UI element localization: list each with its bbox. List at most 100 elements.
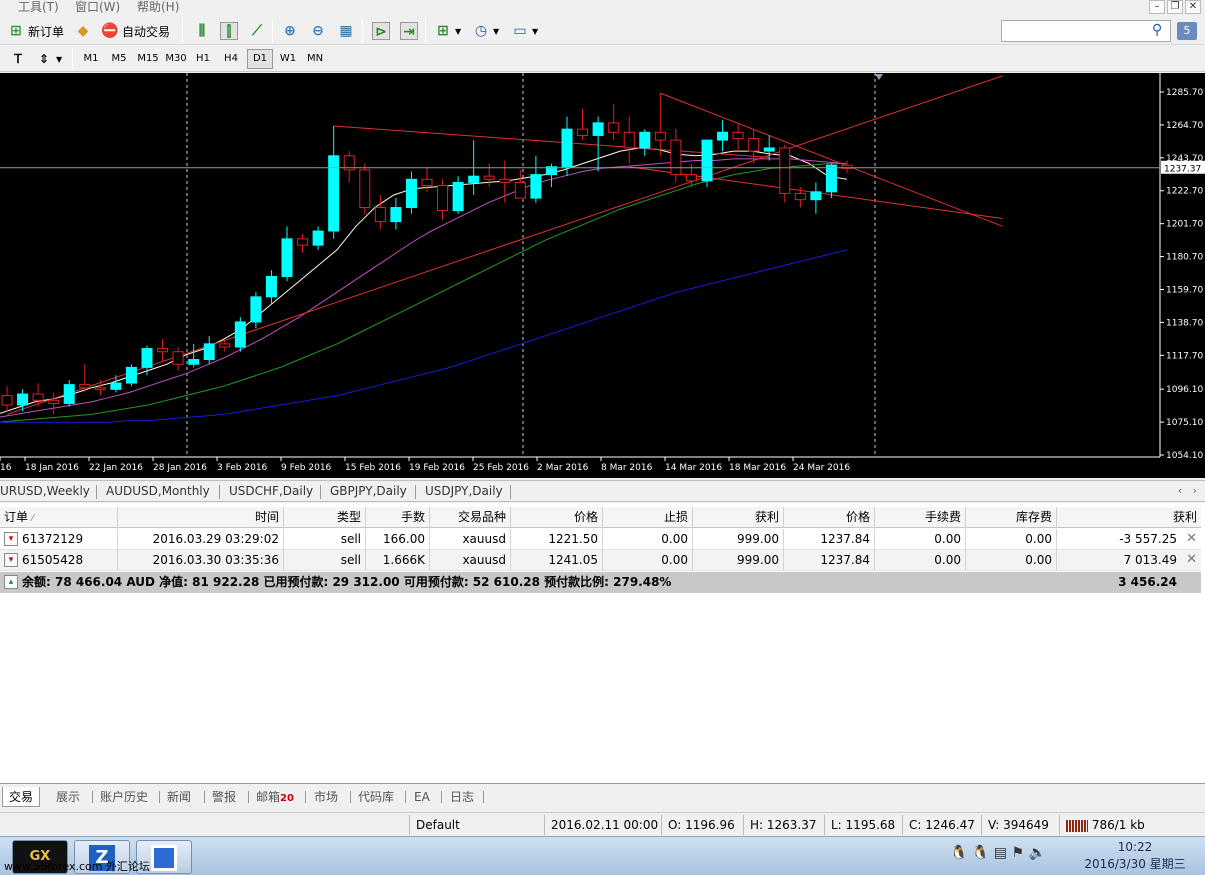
tab-divider [96,485,97,499]
timeframe-m1-button[interactable]: M1 [78,49,104,69]
col-lots[interactable]: 手数 [366,507,430,528]
periods-button[interactable]: ◷ ▼ [469,20,502,42]
chart-tab-audusd-monthly[interactable]: AUDUSD,Monthly [106,484,210,498]
tab-scroll-arrows[interactable]: ‹ › [1178,484,1197,497]
mt4-window: 工具(T) 窗口(W) 帮助(H) – ❐ ✕ ⊞ 新订单 ◆ ⛔ 自动交易 ⫼… [0,0,1205,875]
flag-icon[interactable]: ⚑ [1011,845,1024,861]
indicators-button[interactable]: ⊞ ▼ [431,20,464,42]
sort-icon: ⁄ [31,514,34,524]
col-profit[interactable]: 获利 [1057,507,1201,528]
order-type: sell [284,550,366,571]
new-order-icon: ⊞ [10,23,22,39]
zoom-in-button[interactable]: ⊕ [278,20,302,42]
order-symbol: xauusd [430,550,511,571]
date-tick-label: 18 Jan 2016 [25,463,79,473]
tile-windows-button[interactable]: ▦ [334,20,358,42]
col-commission[interactable]: 手续费 [875,507,966,528]
clock-date: 2016/3/30 星期三 [1084,857,1186,871]
system-clock[interactable]: 10:22 2016/3/30 星期三 [1080,839,1190,873]
close-order-icon[interactable]: ✕ [1186,529,1197,549]
timeframe-m5-button[interactable]: M5 [106,49,132,69]
chart-shift-button[interactable]: ⇥ [397,20,421,42]
search-input[interactable] [1001,20,1171,42]
tab-account-history[interactable]: 账户历史 [100,787,148,807]
menu-window[interactable]: 窗口(W) [75,0,120,14]
templates-button[interactable]: ▭ ▼ [508,20,541,42]
candle-body [157,348,169,353]
tab-alerts[interactable]: 警报 [212,787,236,807]
col-order[interactable]: 订单 ⁄ [0,507,118,528]
notification-badge[interactable]: 5 [1177,22,1197,40]
menu-help[interactable]: 帮助(H) [137,0,179,14]
candle-body [810,191,822,201]
order-time: 2016.03.29 03:29:02 [118,529,284,550]
toolbar-separator [182,20,183,42]
volume-icon[interactable]: 🔈 [1028,845,1045,861]
restore-button[interactable]: ❐ [1167,0,1183,14]
tab-mailbox[interactable]: 邮箱20 [256,787,294,807]
order-commission: 0.00 [875,550,966,571]
price-chart[interactable]: 1237.37 1285.70 1264.70 1243.70 1222.70 1201.… [0,73,1205,478]
candle-body [110,382,122,390]
col-symbol[interactable]: 交易品种 [430,507,511,528]
chart-tab-gbpjpy-daily[interactable]: GBPJPY,Daily [330,484,407,498]
close-order-icon[interactable]: ✕ [1186,550,1197,570]
clock-icon: ◷ [474,23,488,39]
network-icon[interactable]: ▤ [994,845,1007,861]
timeframe-m30-button[interactable]: M30 [162,49,190,69]
timeframe-d1-button[interactable]: D1 [247,49,273,69]
candle-body [592,122,604,136]
tab-trade[interactable]: 交易 [2,787,41,807]
chart-tab-eurusd-weekly[interactable]: URUSD,Weekly [0,484,90,498]
chart-tabs-bar: URUSD,Weekly AUDUSD,Monthly USDCHF,Daily… [0,480,1205,502]
status-connection[interactable]: 786/1 kb [1059,815,1205,835]
zoom-out-button[interactable]: ⊖ [306,20,330,42]
chart-tab-usdchf-daily[interactable]: USDCHF,Daily [229,484,313,498]
close-button[interactable]: ✕ [1185,0,1201,14]
qq-icon[interactable]: 🐧 [972,845,989,861]
tab-experts[interactable]: EA [414,787,430,807]
candle-body [623,131,635,149]
timeframe-mn-button[interactable]: MN [302,49,328,69]
menu-tools[interactable]: 工具(T) [18,0,59,14]
qq-icon[interactable]: 🐧 [950,845,967,861]
timeframe-h1-button[interactable]: H1 [190,49,216,69]
col-open-price[interactable]: 价格 [511,507,603,528]
col-type[interactable]: 类型 [284,507,366,528]
arrows-tool-button[interactable]: ⇕ ▼ [32,48,65,70]
auto-trade-button[interactable]: ⛔ 自动交易 [98,20,173,42]
candle-body [701,139,713,182]
dropdown-arrow-icon: ▼ [56,54,63,64]
col-time[interactable]: 时间 [118,507,284,528]
col-take-profit[interactable]: 获利 [693,507,784,528]
candle-body [374,207,386,223]
new-order-button[interactable]: ⊞ 新订单 [4,20,67,42]
tab-code-base[interactable]: 代码库 [358,787,394,807]
arrows-icon: ⇕ [38,52,50,66]
timeframe-m15-button[interactable]: M15 [134,49,162,69]
timeframe-w1-button[interactable]: W1 [275,49,301,69]
gold-icon: ◆ [77,23,89,39]
tab-exposure[interactable]: 展示 [56,787,80,807]
line-chart-button[interactable]: ⟋ [245,20,269,42]
date-tick-label: 3 Feb 2016 [217,463,268,473]
status-profile[interactable]: Default [409,815,544,835]
col-swap[interactable]: 库存费 [966,507,1057,528]
market-watch-button[interactable]: ◆ [71,20,95,42]
minimize-button[interactable]: – [1149,0,1165,14]
chart-tab-usdjpy-daily[interactable]: USDJPY,Daily [425,484,503,498]
timeframe-h4-button[interactable]: H4 [218,49,244,69]
candle-chart-button[interactable]: ⫿ [217,20,241,42]
price-tick-label: 1180.70 [1166,253,1203,263]
bar-chart-button[interactable]: ⫼ [190,20,214,42]
table-row[interactable]: ▾ 61372129 2016.03.29 03:29:02 sell 166.… [0,529,1201,550]
tab-journal[interactable]: 日志 [450,787,474,807]
search-icon[interactable]: ⚲ [1152,22,1168,40]
col-current-price[interactable]: 价格 [784,507,875,528]
col-stop-loss[interactable]: 止损 [603,507,693,528]
autoscroll-button[interactable]: ⊳ [369,20,393,42]
text-tool-button[interactable]: Ｔ [6,48,30,70]
tab-news[interactable]: 新闻 [167,787,191,807]
table-row[interactable]: ▾ 61505428 2016.03.30 03:35:36 sell 1.66… [0,550,1201,571]
tab-market[interactable]: 市场 [314,787,338,807]
